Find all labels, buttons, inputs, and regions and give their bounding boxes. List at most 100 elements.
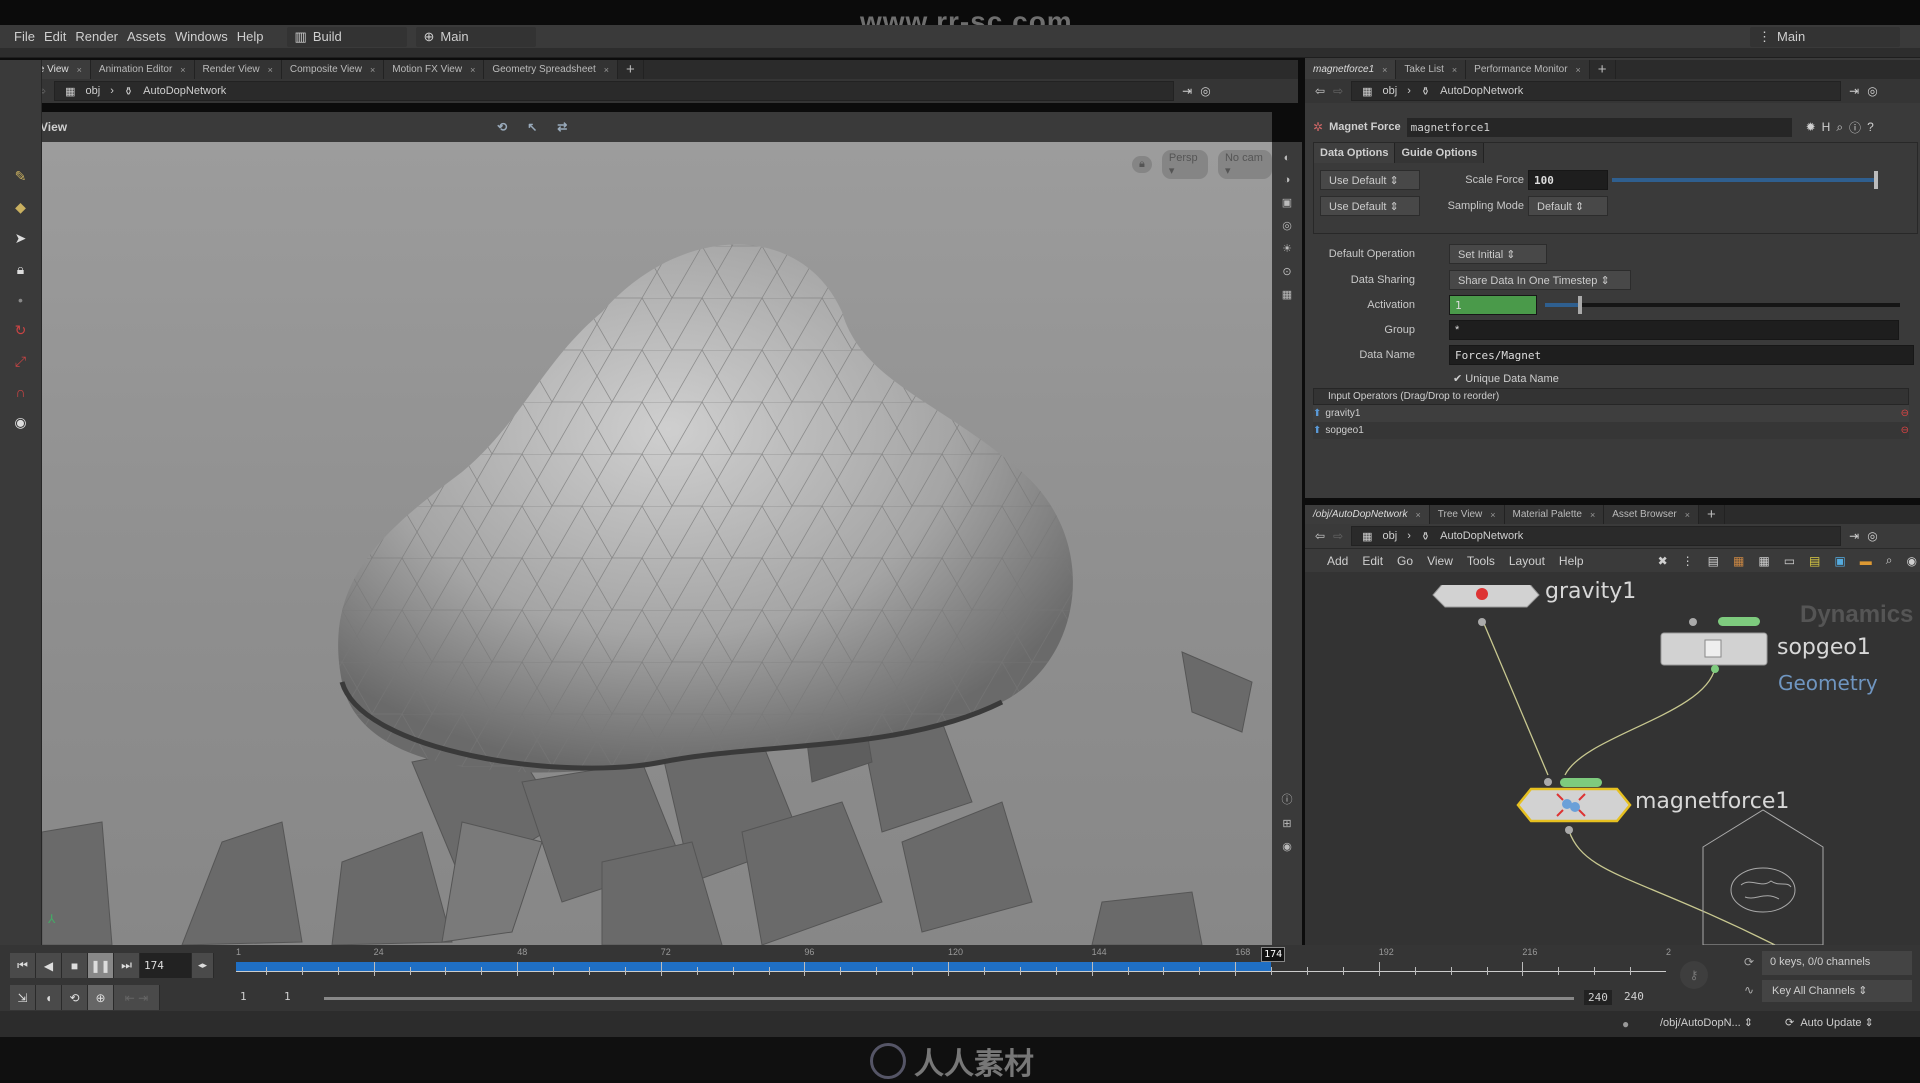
default-operation-select[interactable]: Set Initial ⇕ <box>1449 244 1547 264</box>
close-icon[interactable]: × <box>180 65 185 75</box>
close-icon[interactable]: × <box>77 65 82 75</box>
group-field[interactable]: * <box>1449 320 1899 340</box>
data-sharing-select[interactable]: Share Data In One Timestep ⇕ <box>1449 270 1631 290</box>
data-name-field[interactable]: Forces/Magnet <box>1449 345 1914 365</box>
stop-icon[interactable]: ■ <box>62 953 88 978</box>
close-icon[interactable]: × <box>1416 510 1421 520</box>
node-name-field[interactable]: magnetforce1 <box>1406 117 1792 137</box>
back-arrow-icon[interactable]: ⇦ <box>1315 529 1325 543</box>
update-mode-select[interactable]: ⟳ Auto Update ⇕ <box>1785 1016 1874 1029</box>
back-arrow-icon[interactable]: ⇦ <box>1315 84 1325 98</box>
path-select[interactable]: /obj/AutoDopN... ⇕ <box>1660 1016 1753 1029</box>
lock-view-icon[interactable]: 🔒︎ <box>1132 156 1152 173</box>
menu-windows[interactable]: Windows <box>175 29 228 44</box>
breadcrumb[interactable]: ▦ obj › ⚱ AutoDopNetwork <box>1351 81 1842 101</box>
tab-magnetforce1[interactable]: magnetforce1 × <box>1305 60 1397 79</box>
display-options-icon[interactable]: ◐ <box>1284 152 1291 164</box>
link-icon[interactable]: ◎ <box>1867 529 1877 543</box>
tab-motion-fx-view[interactable]: Motion FX View × <box>384 60 485 79</box>
slider-handle[interactable] <box>1578 296 1582 314</box>
close-icon[interactable]: × <box>1382 65 1387 75</box>
menu-layout[interactable]: Layout <box>1509 554 1545 568</box>
tab-composite-view[interactable]: Composite View × <box>281 60 385 79</box>
pin-icon[interactable]: ⇥ <box>1849 84 1859 98</box>
scale-force-slider[interactable] <box>1612 171 1878 189</box>
close-icon[interactable]: × <box>1576 65 1581 75</box>
range-end-field[interactable]: 240 <box>1584 990 1612 1005</box>
tab-render-view[interactable]: Render View × <box>194 60 282 79</box>
sopgeo1-label[interactable]: sopgeo1 <box>1777 635 1871 660</box>
tab-guide-options[interactable]: Guide Options <box>1395 143 1485 163</box>
network-box-icon[interactable]: ▭ <box>1784 554 1795 568</box>
brush-icon[interactable]: ✎ <box>15 168 27 185</box>
unique-data-name-checkbox[interactable]: ✔ Unique Data Name <box>1453 372 1559 385</box>
close-icon[interactable]: × <box>604 65 609 75</box>
range-slider[interactable] <box>324 997 1574 1000</box>
right-context-select[interactable]: ⋮ Main <box>1750 26 1900 47</box>
rotate-icon[interactable]: ↻ <box>15 322 27 339</box>
paint-icon[interactable]: ◆ <box>15 199 26 216</box>
lock-camera-icon[interactable]: ▣ <box>1282 196 1292 209</box>
menu-file[interactable]: File <box>14 29 35 44</box>
image-icon[interactable]: ▣ <box>1834 554 1845 568</box>
graph-icon[interactable]: ∿ <box>1744 983 1754 997</box>
keys-info[interactable]: 0 keys, 0/0 channels <box>1762 951 1912 975</box>
lock-icon[interactable]: 🔒︎ <box>17 261 24 278</box>
range-start-field-2[interactable]: 1 <box>284 990 291 1003</box>
tab-performance-monitor[interactable]: Performance Monitor × <box>1466 60 1590 79</box>
help-h-icon[interactable]: H <box>1822 120 1831 134</box>
activation-field[interactable]: 1 <box>1449 295 1537 315</box>
scale-icon[interactable]: ⤢ <box>15 353 26 370</box>
tab-asset-browser[interactable]: Asset Browser × <box>1604 505 1699 524</box>
tab-geometry-spreadsheet[interactable]: Geometry Spreadsheet × <box>484 60 618 79</box>
list-item[interactable]: ⬆ sopgeo1 ⊖ <box>1313 422 1909 439</box>
orbit-tool-icon[interactable]: ⟲ <box>497 120 507 134</box>
jump-start-icon[interactable]: ⏮ <box>10 953 36 978</box>
search-icon[interactable]: ⌕ <box>1886 553 1893 568</box>
magnetforce1-label[interactable]: magnetforce1 <box>1635 789 1789 814</box>
add-tab-button[interactable]: + <box>618 60 644 79</box>
eye-icon[interactable]: ◉ <box>1282 840 1292 853</box>
forward-arrow-icon[interactable]: ⇨ <box>1333 529 1343 543</box>
use-default-select-1[interactable]: Use Default ⇕ <box>1320 170 1420 190</box>
key-icon[interactable]: ⚷ <box>1680 961 1708 989</box>
tree-icon[interactable]: ⋮ <box>1682 554 1694 568</box>
network-editor[interactable]: gravity1 sopgeo1 Geometry magnetforce1 D… <box>1305 579 1920 945</box>
close-icon[interactable]: × <box>1590 510 1595 520</box>
link-icon[interactable]: ◎ <box>1200 84 1210 98</box>
menu-go[interactable]: Go <box>1397 554 1413 568</box>
close-icon[interactable]: × <box>370 65 375 75</box>
breadcrumb[interactable]: ▦ obj › ⚱ AutoDopNetwork <box>1351 526 1842 546</box>
add-tab-button[interactable]: + <box>1590 60 1616 79</box>
close-icon[interactable]: × <box>1452 65 1457 75</box>
menu-help[interactable]: Help <box>1559 554 1584 568</box>
current-frame-marker[interactable]: 174 <box>1261 947 1286 962</box>
slider-handle[interactable] <box>1874 171 1878 189</box>
activation-slider[interactable] <box>1545 296 1900 314</box>
shading-icon[interactable]: ◑ <box>1284 174 1291 186</box>
menu-assets[interactable]: Assets <box>127 29 166 44</box>
layout-icon[interactable]: ⊞ <box>1282 817 1291 830</box>
context-select[interactable]: ⊕ Main <box>415 26 536 47</box>
loop-icon[interactable]: ⟲ <box>62 985 88 1010</box>
audio-icon[interactable]: ◖ <box>36 985 62 1010</box>
eye-icon[interactable]: ◉ <box>1906 554 1916 568</box>
global-animation-icon[interactable]: ⊕ <box>88 985 114 1010</box>
menu-help[interactable]: Help <box>237 29 264 44</box>
select-tool-icon[interactable]: ➤ <box>15 230 27 247</box>
menu-add[interactable]: Add <box>1327 554 1348 568</box>
close-icon[interactable]: × <box>268 65 273 75</box>
sticky-note-icon[interactable]: ▤ <box>1809 554 1820 568</box>
gear-icon[interactable]: ✹ <box>1806 120 1816 134</box>
shape-palette-icon[interactable]: ▦ <box>1758 554 1769 568</box>
package-icon[interactable]: ▬ <box>1860 554 1872 568</box>
menu-render[interactable]: Render <box>75 29 118 44</box>
ghost-icon[interactable]: ◎ <box>1282 219 1292 232</box>
play-reverse-icon[interactable]: ◀ <box>36 953 62 978</box>
scale-force-field[interactable]: 100 <box>1528 170 1608 190</box>
tab-autodopnetwork[interactable]: /obj/AutoDopNetwork × <box>1305 505 1430 524</box>
3d-viewport[interactable]: 🔒︎ Persp ▾ No cam ▾ ⅄ <box>42 142 1272 945</box>
wrench-icon[interactable]: ✖ <box>1658 554 1668 568</box>
menu-tools[interactable]: Tools <box>1467 554 1495 568</box>
snap-icon[interactable]: ⊙ <box>1282 265 1291 278</box>
